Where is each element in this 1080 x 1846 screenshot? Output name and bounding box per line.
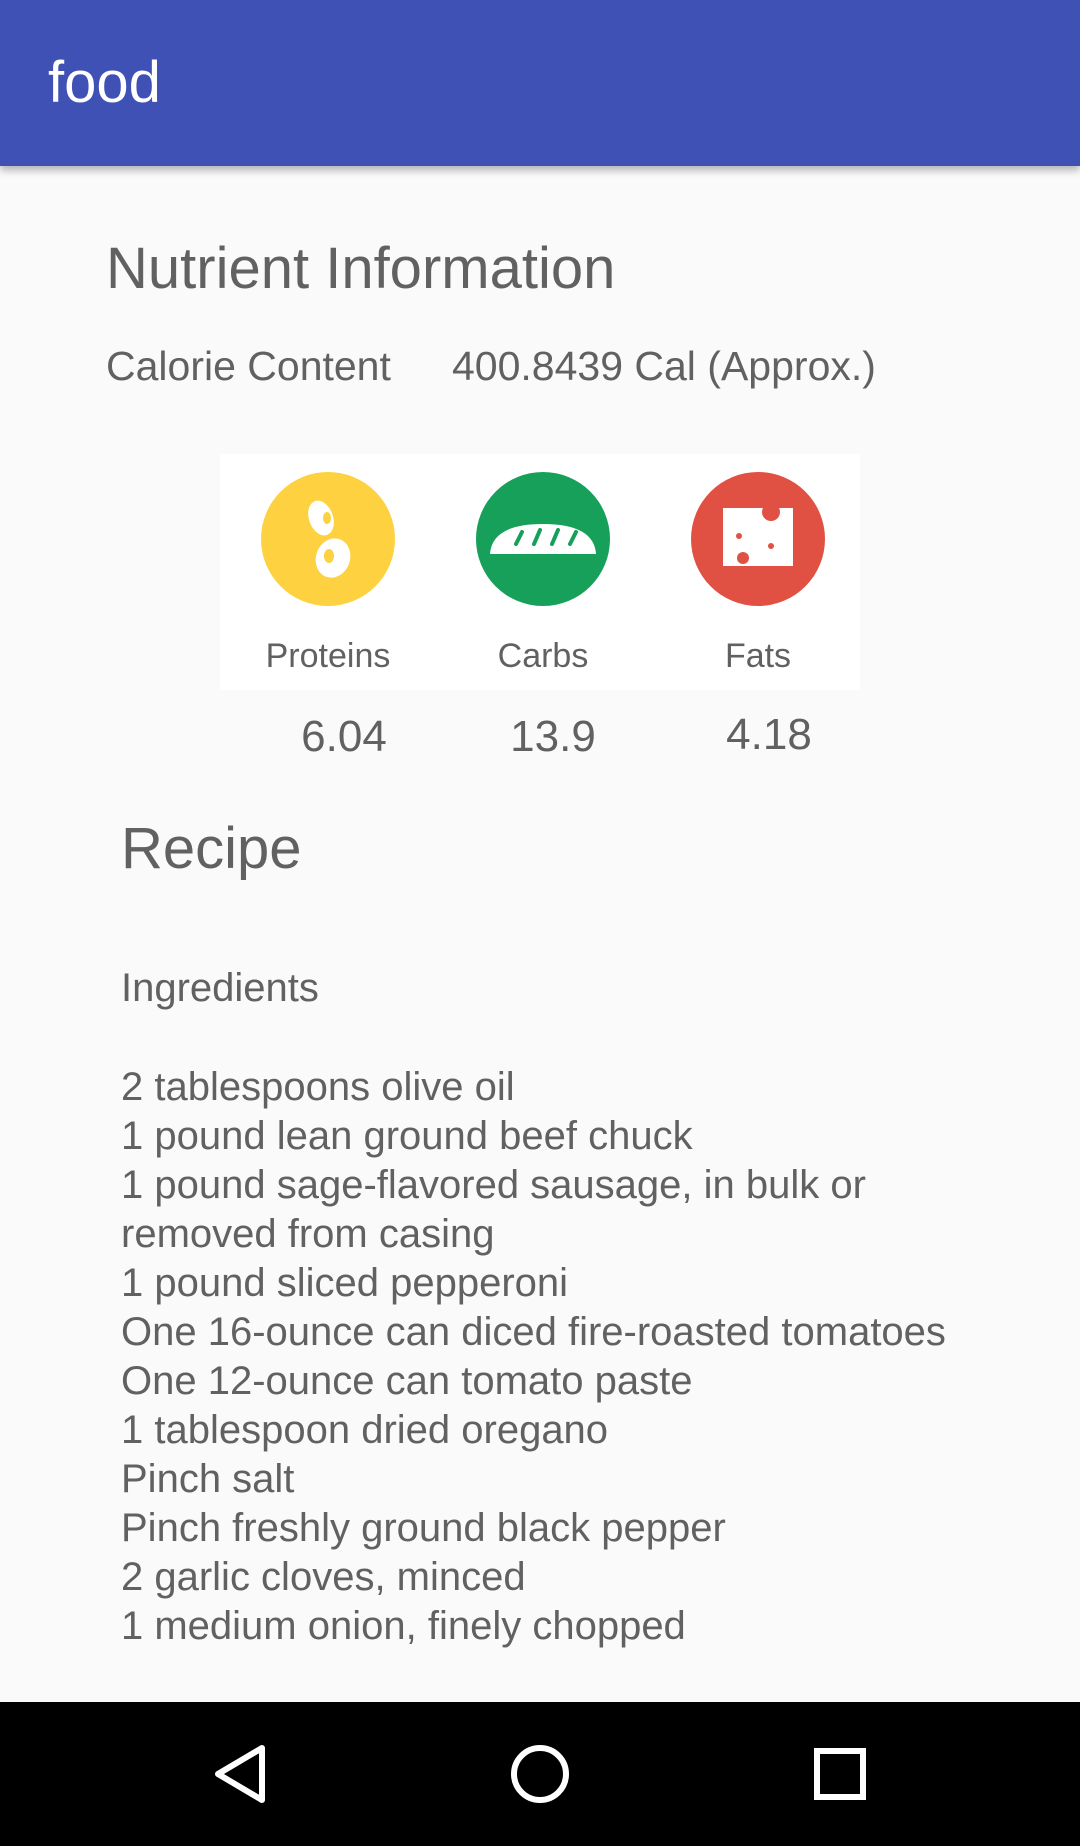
system-nav-bar — [0, 1702, 1080, 1846]
macro-label: Proteins — [265, 637, 391, 675]
ingredients-heading: Ingredients — [121, 966, 319, 1010]
main-content[interactable]: Nutrient Information Calorie Content 400… — [0, 166, 1080, 1702]
macro-card: Proteins Carbs Fats — [220, 454, 860, 690]
ingredient-item: Pinch salt — [121, 1457, 295, 1501]
ingredients-list: 2 tablespoons olive oil 1 pound lean gro… — [121, 1063, 1021, 1651]
macro-label: Fats — [724, 637, 792, 675]
macro-carbs: Carbs — [435, 454, 651, 690]
ingredient-item: One 16-ounce can diced fire-roasted toma… — [121, 1310, 946, 1354]
ingredient-item: 2 tablespoons olive oil — [121, 1065, 515, 1109]
macro-label: Carbs — [497, 637, 589, 675]
app-bar: food — [0, 0, 1080, 166]
home-circle-icon[interactable] — [500, 1734, 580, 1814]
ingredient-item: Pinch freshly ground black pepper — [121, 1506, 726, 1550]
macro-proteins: Proteins — [220, 454, 436, 690]
ingredient-item: 1 pound lean ground beef chuck — [121, 1114, 693, 1158]
ingredient-item: One 12-ounce can tomato paste — [121, 1359, 693, 1403]
nutrient-section-title: Nutrient Information — [106, 236, 616, 301]
proteins-value: 6.04 — [301, 712, 387, 761]
bread-icon — [476, 472, 610, 606]
app-title: food — [48, 50, 161, 115]
cheese-icon — [691, 472, 825, 606]
recipe-title: Recipe — [121, 816, 302, 881]
ingredient-item: removed from casing — [121, 1212, 495, 1256]
ingredient-item: 1 medium onion, finely chopped — [121, 1604, 686, 1648]
macro-fats: Fats — [650, 454, 866, 690]
recents-square-icon[interactable] — [800, 1734, 880, 1814]
carbs-value: 13.9 — [510, 712, 596, 761]
back-triangle-icon[interactable] — [200, 1734, 280, 1814]
ingredient-item: 1 pound sage-flavored sausage, in bulk o… — [121, 1163, 866, 1207]
beans-icon — [261, 472, 395, 606]
calorie-value: 400.8439 Cal (Approx.) — [452, 343, 876, 389]
calorie-label: Calorie Content — [106, 343, 391, 389]
ingredient-item: 1 tablespoon dried oregano — [121, 1408, 609, 1452]
ingredient-item: 1 pound sliced pepperoni — [121, 1261, 569, 1305]
fats-value: 4.18 — [726, 710, 812, 759]
ingredient-item: 2 garlic cloves, minced — [121, 1555, 526, 1599]
